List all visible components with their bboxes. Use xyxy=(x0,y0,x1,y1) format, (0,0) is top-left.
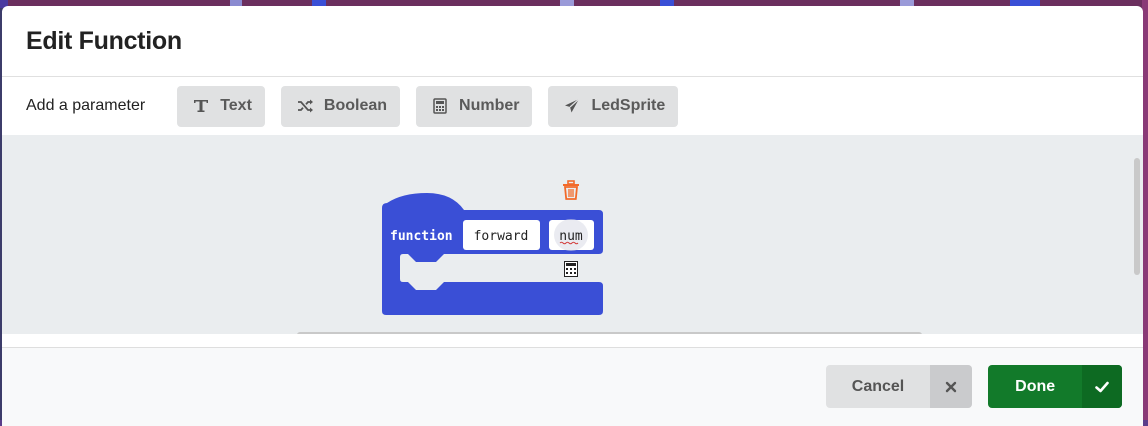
boolean-param-label: Boolean xyxy=(323,97,388,114)
dialog-title: Edit Function xyxy=(26,26,182,55)
function-name-field[interactable]: forward xyxy=(463,220,540,250)
number-type-icon xyxy=(564,261,578,277)
cancel-label: Cancel xyxy=(851,377,905,395)
done-button[interactable]: Done xyxy=(988,365,1122,408)
done-label: Done xyxy=(1015,377,1056,395)
parameter-name: num xyxy=(559,229,583,244)
number-param-label: Number xyxy=(459,97,520,114)
text-cursor-icon xyxy=(192,97,210,115)
dialog-footer: Cancel Done xyxy=(2,347,1143,426)
checkmark-icon xyxy=(1082,365,1122,408)
add-boolean-param-button[interactable]: Boolean xyxy=(280,85,401,127)
function-name: forward xyxy=(474,229,529,244)
add-ledsprite-param-button[interactable]: LedSprite xyxy=(548,85,679,127)
block-workspace[interactable]: function forward num xyxy=(2,135,1143,334)
add-text-param-button[interactable]: Text xyxy=(177,85,265,127)
function-keyword: function xyxy=(390,229,453,244)
ledsprite-param-label: LedSprite xyxy=(591,97,666,114)
trash-icon[interactable] xyxy=(563,180,579,200)
edit-function-dialog: Edit Function Add a parameter Text Boole… xyxy=(2,6,1143,426)
add-parameter-label: Add a parameter xyxy=(26,97,146,114)
add-number-param-button[interactable]: Number xyxy=(416,85,533,127)
function-block-canvas: function forward num xyxy=(382,180,603,315)
close-icon xyxy=(930,365,972,408)
cancel-button[interactable]: Cancel xyxy=(826,365,972,408)
calculator-icon xyxy=(431,97,449,115)
function-block[interactable]: function forward num xyxy=(382,193,603,315)
horizontal-scrollbar[interactable] xyxy=(297,332,922,334)
text-param-label: Text xyxy=(220,97,252,114)
dialog-header: Edit Function xyxy=(2,6,1143,77)
paper-plane-icon xyxy=(563,97,581,115)
vertical-scrollbar[interactable] xyxy=(1134,158,1140,275)
parameter-toolbar: Add a parameter Text Boolean Number LedS… xyxy=(2,77,1143,135)
parameter-num-field[interactable]: num xyxy=(549,219,594,251)
shuffle-icon xyxy=(296,97,314,115)
